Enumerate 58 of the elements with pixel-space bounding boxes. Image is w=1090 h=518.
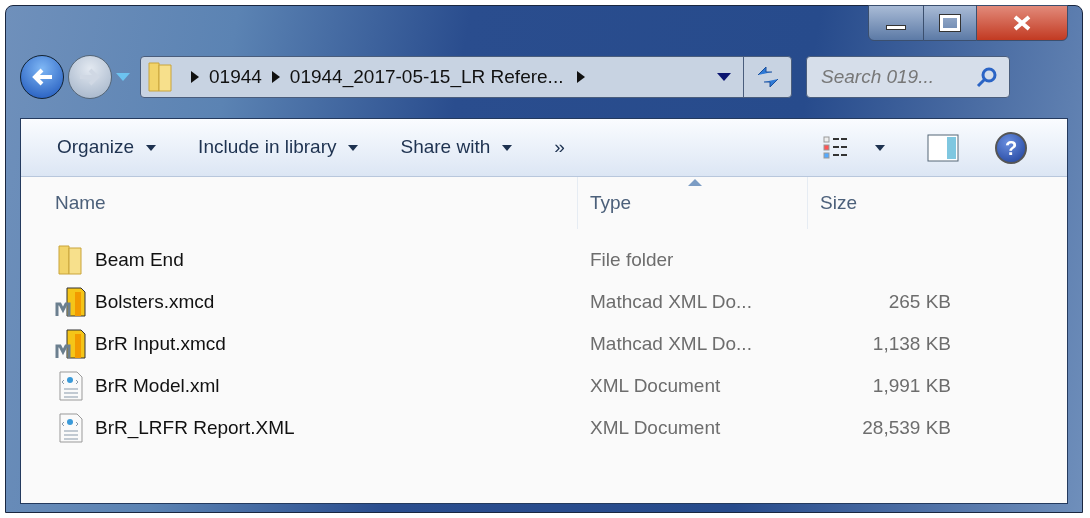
file-row[interactable]: Beam End File folder bbox=[21, 239, 1067, 281]
dropdown-caret-icon[interactable] bbox=[717, 73, 731, 81]
caret-icon bbox=[348, 144, 359, 151]
file-name: Bolsters.xmcd bbox=[95, 289, 215, 314]
file-type: Mathcad XML Do... bbox=[590, 332, 752, 354]
preview-pane-icon bbox=[927, 133, 959, 162]
xml-file-icon bbox=[57, 370, 85, 402]
file-name: BrR_LRFR Report.XML bbox=[95, 415, 295, 441]
address-bar[interactable]: 01944 01944_2017-05-15_LR Refere... bbox=[140, 56, 792, 98]
file-type: XML Document bbox=[590, 374, 721, 396]
file-type: File folder bbox=[590, 248, 674, 270]
minimize-button[interactable] bbox=[868, 5, 924, 41]
breadcrumb[interactable]: 01944_2017-05-15_LR Refere... bbox=[289, 62, 564, 92]
column-header[interactable]: Name bbox=[55, 177, 577, 229]
column-header[interactable]: Type bbox=[577, 177, 807, 229]
toolbar-button[interactable]: Share with bbox=[400, 133, 513, 162]
caret-icon bbox=[146, 144, 157, 151]
column-header[interactable]: Size bbox=[807, 177, 967, 229]
breadcrumb-arrow-icon[interactable] bbox=[271, 71, 280, 83]
file-type: XML Document bbox=[590, 416, 721, 438]
toolbar-button[interactable]: Organize bbox=[57, 133, 157, 162]
xml-file-icon bbox=[57, 412, 85, 444]
file-size: 28,539 KB bbox=[862, 415, 951, 440]
back-button[interactable] bbox=[20, 55, 64, 99]
close-button[interactable] bbox=[976, 5, 1068, 41]
folder-icon bbox=[57, 244, 85, 276]
caret-icon bbox=[875, 144, 885, 151]
file-type: Mathcad XML Do... bbox=[590, 290, 752, 312]
mathcad-file-icon bbox=[55, 286, 87, 318]
sort-arrow-icon bbox=[688, 179, 702, 186]
toolbar-button[interactable]: Include in library bbox=[198, 133, 359, 162]
toolbar-button[interactable]: » bbox=[554, 133, 565, 162]
help-button[interactable]: ? bbox=[995, 131, 1027, 164]
maximize-icon bbox=[940, 15, 960, 31]
folder-icon bbox=[147, 61, 175, 93]
file-row[interactable]: BrR Input.xmcd Mathcad XML Do... 1,138 KB bbox=[21, 323, 1067, 365]
file-size: 1,991 KB bbox=[872, 373, 951, 398]
forward-button[interactable] bbox=[68, 55, 112, 99]
mathcad-file-icon bbox=[55, 328, 87, 360]
minimize-icon bbox=[886, 25, 906, 30]
file-size: 265 KB bbox=[888, 289, 951, 314]
view-button[interactable] bbox=[823, 134, 885, 161]
file-size: 1,138 KB bbox=[872, 331, 951, 356]
file-name: Beam End bbox=[95, 247, 184, 272]
file-row[interactable]: BrR Model.xml XML Document 1,991 KB bbox=[21, 365, 1067, 407]
file-row[interactable]: BrR_LRFR Report.XML XML Document 28,539 KB bbox=[21, 407, 1067, 449]
caret-icon bbox=[502, 144, 513, 151]
close-icon bbox=[1013, 15, 1031, 31]
search-icon bbox=[976, 66, 998, 88]
maximize-button[interactable] bbox=[924, 5, 976, 41]
file-name: BrR Input.xmcd bbox=[95, 331, 226, 356]
back-arrow-icon bbox=[30, 67, 54, 87]
breadcrumb[interactable]: 01944 bbox=[209, 62, 262, 92]
breadcrumb-arrow-icon[interactable] bbox=[191, 71, 199, 83]
breadcrumb-arrow-icon[interactable] bbox=[577, 71, 586, 83]
file-name: BrR Model.xml bbox=[95, 373, 220, 398]
search-field[interactable]: Search 019... bbox=[806, 56, 1010, 98]
file-row[interactable]: Bolsters.xmcd Mathcad XML Do... 265 KB bbox=[21, 281, 1067, 323]
